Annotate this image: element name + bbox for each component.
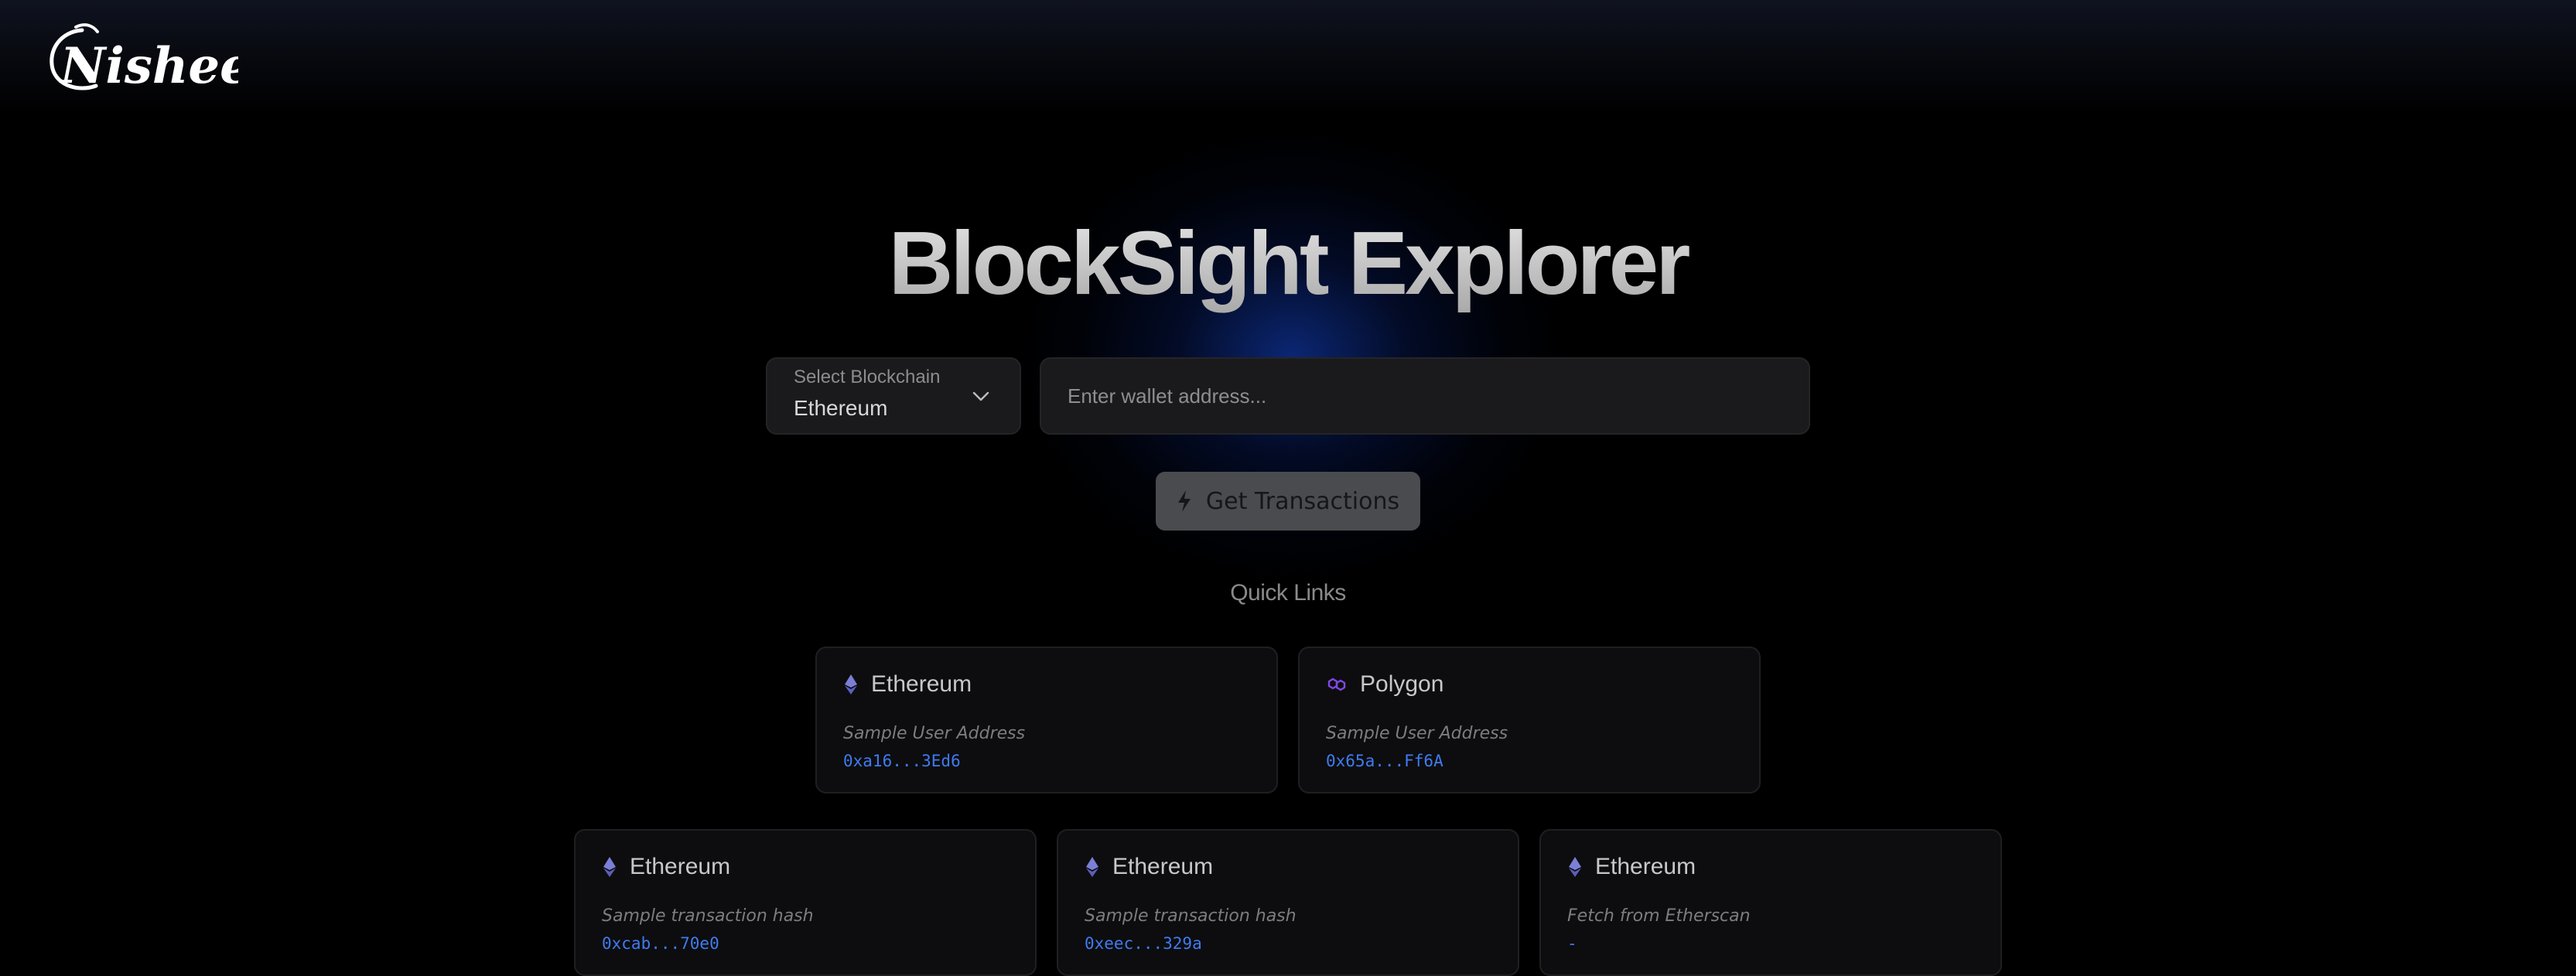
quick-link-chain: Ethereum bbox=[1112, 854, 1214, 879]
quick-link-card[interactable]: Polygon Sample User Address 0x65a...Ff6A bbox=[1298, 647, 1761, 793]
brand-logo[interactable]: Nisheet bbox=[45, 17, 246, 102]
quick-link-card[interactable]: Ethereum Sample User Address 0xa16...3Ed… bbox=[815, 647, 1278, 793]
quick-link-chain: Ethereum bbox=[871, 671, 972, 697]
quick-link-description: Sample transaction hash bbox=[1085, 906, 1297, 926]
quick-link-chain: Polygon bbox=[1360, 671, 1444, 697]
get-transactions-label: Get Transactions bbox=[1205, 487, 1400, 515]
quick-link-value: 0xeec...329a bbox=[1085, 934, 1202, 953]
nisheet-logo-icon: Nisheet bbox=[50, 23, 238, 95]
ethereum-icon bbox=[1569, 857, 1581, 877]
ethereum-icon bbox=[1086, 857, 1098, 877]
svg-text:Nisheet: Nisheet bbox=[59, 37, 238, 95]
quick-link-description: Sample transaction hash bbox=[602, 906, 814, 926]
quick-link-card[interactable]: Ethereum Sample transaction hash 0xcab..… bbox=[574, 829, 1037, 976]
quick-links-heading: Quick Links bbox=[1230, 580, 1346, 606]
ethereum-icon bbox=[845, 674, 857, 694]
wallet-address-input[interactable] bbox=[1040, 357, 1810, 435]
page-title: BlockSight Explorer bbox=[0, 209, 2576, 317]
quick-link-value: 0xcab...70e0 bbox=[602, 934, 719, 953]
quick-link-chain: Ethereum bbox=[1595, 854, 1696, 879]
quick-link-card[interactable]: Ethereum Sample transaction hash 0xeec..… bbox=[1057, 829, 1519, 976]
quick-link-value: - bbox=[1567, 934, 1577, 953]
get-transactions-button[interactable]: Get Transactions bbox=[1156, 472, 1420, 531]
blockchain-select[interactable]: Select Blockchain Ethereum bbox=[766, 357, 1021, 435]
quick-link-chain: Ethereum bbox=[630, 854, 731, 879]
blockchain-select-label: Select Blockchain bbox=[794, 367, 941, 387]
ethereum-icon bbox=[603, 857, 616, 877]
quick-link-description: Sample User Address bbox=[843, 724, 1026, 743]
quick-link-value: 0xa16...3Ed6 bbox=[843, 752, 961, 770]
blockchain-select-value: Ethereum bbox=[794, 396, 888, 420]
quick-link-value: 0x65a...Ff6A bbox=[1326, 752, 1443, 770]
quick-link-description: Fetch from Etherscan bbox=[1567, 906, 1751, 926]
quick-link-card[interactable]: Ethereum Fetch from Etherscan - bbox=[1539, 829, 2002, 976]
lightning-icon bbox=[1177, 490, 1191, 512]
polygon-icon bbox=[1327, 677, 1346, 691]
chevron-down-icon bbox=[972, 391, 989, 401]
quick-link-description: Sample User Address bbox=[1326, 724, 1508, 743]
header-gradient bbox=[0, 0, 2576, 116]
